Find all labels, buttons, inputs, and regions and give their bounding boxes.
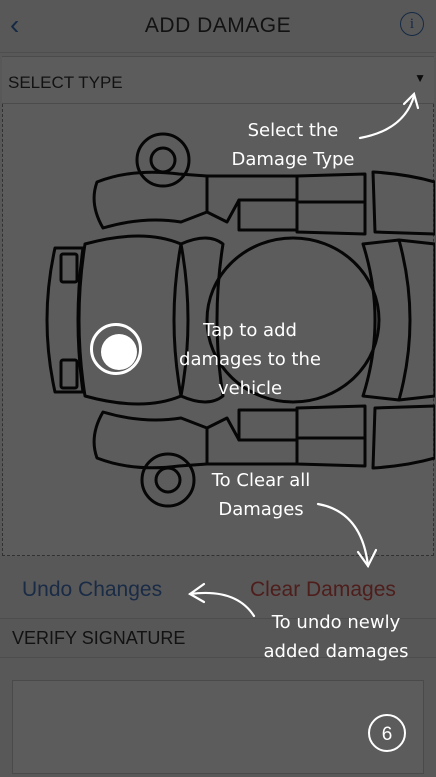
info-icon[interactable]: i — [400, 12, 424, 36]
page-title: ADD DAMAGE — [144, 14, 292, 37]
side-top-quarter — [371, 170, 435, 236]
wheel-bottom — [140, 452, 196, 508]
arrow-to-undo — [188, 591, 256, 618]
side-top-rear-door — [295, 172, 367, 236]
side-bottom-quarter — [371, 404, 435, 470]
dropdown-caret-icon: ▼ — [414, 71, 426, 85]
wheel-top — [135, 132, 191, 188]
undo-changes-button[interactable]: Undo Changes — [22, 578, 162, 602]
arrow-to-undo-head — [187, 582, 206, 604]
select-type-label: SELECT TYPE — [8, 73, 123, 92]
hood — [77, 234, 183, 406]
side-top-front-fender — [92, 170, 209, 230]
verify-signature-label: VERIFY SIGNATURE — [12, 628, 186, 648]
verify-signature-header: VERIFY SIGNATURE — [0, 618, 436, 658]
vehicle-diagram[interactable] — [3, 104, 435, 556]
side-bottom-rear-door — [295, 404, 367, 468]
headlight-bottom — [59, 358, 79, 390]
side-top-door-window — [237, 198, 299, 232]
header-bar: ‹ ADD DAMAGE i — [0, 0, 436, 53]
headlight-top — [59, 252, 79, 284]
roof — [205, 236, 381, 404]
rear-window — [361, 238, 412, 402]
signature-pad[interactable] — [12, 680, 424, 774]
vehicle-diagram-area[interactable] — [2, 104, 435, 556]
side-bottom-door-window — [237, 408, 299, 442]
wheel-bottom-hub — [154, 466, 182, 494]
windshield — [179, 236, 225, 404]
damage-type-select[interactable]: SELECT TYPE ▼ — [2, 56, 434, 104]
wheel-top-hub — [149, 146, 177, 174]
clear-damages-button[interactable]: Clear Damages — [250, 578, 396, 602]
